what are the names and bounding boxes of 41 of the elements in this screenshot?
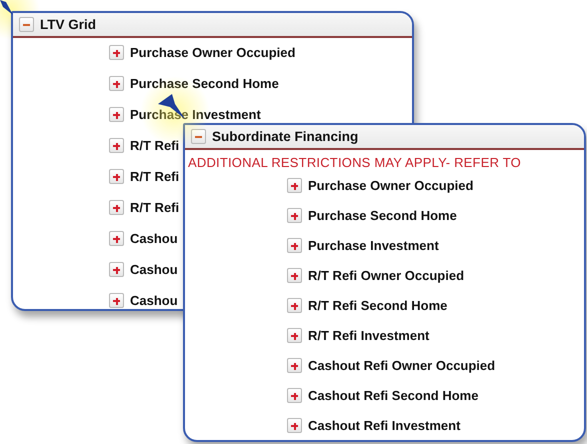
- expand-button[interactable]: [109, 169, 124, 184]
- expand-button[interactable]: [109, 231, 124, 246]
- tree-item-label[interactable]: R/T Refi: [130, 138, 180, 153]
- expand-button[interactable]: [287, 268, 302, 283]
- tree-item-label[interactable]: Purchase Owner Occupied: [308, 178, 474, 193]
- tree-item-label[interactable]: R/T Refi: [130, 169, 180, 184]
- tree-item-label[interactable]: Purchase Second Home: [130, 76, 279, 91]
- expand-button[interactable]: [109, 293, 124, 308]
- tree-item-label[interactable]: Purchase Second Home: [308, 208, 457, 223]
- tree-item-label[interactable]: Cashout Refi Second Home: [308, 388, 478, 403]
- expand-button[interactable]: [287, 238, 302, 253]
- panel-title: LTV Grid: [40, 17, 96, 32]
- expand-button[interactable]: [109, 76, 124, 91]
- tree-item-label[interactable]: Purchase Investment: [308, 238, 439, 253]
- expand-button[interactable]: [109, 45, 124, 60]
- expand-button[interactable]: [287, 298, 302, 313]
- tree-item-label[interactable]: Cashou: [130, 231, 178, 246]
- tree-item-label[interactable]: Cashout Refi Owner Occupied: [308, 358, 496, 373]
- expand-button[interactable]: [109, 107, 124, 122]
- tree-item-label[interactable]: R/T Refi Owner Occupied: [308, 268, 464, 283]
- expand-button[interactable]: [109, 138, 124, 153]
- expand-button[interactable]: [287, 328, 302, 343]
- expand-button[interactable]: [287, 358, 302, 373]
- expand-button[interactable]: [109, 262, 124, 277]
- expand-button[interactable]: [109, 200, 124, 215]
- panel-title: Subordinate Financing: [212, 129, 358, 144]
- expand-button[interactable]: [287, 178, 302, 193]
- collapse-button[interactable]: [19, 17, 34, 32]
- expand-button[interactable]: [287, 418, 302, 433]
- tree-item-label[interactable]: R/T Refi: [130, 200, 180, 215]
- tree-item-label[interactable]: R/T Refi Second Home: [308, 298, 448, 313]
- collapse-button[interactable]: [191, 129, 206, 144]
- tree-item-label[interactable]: Cashout Refi Investment: [308, 418, 460, 433]
- tree-item-label[interactable]: Cashou: [130, 293, 178, 308]
- expand-button[interactable]: [287, 208, 302, 223]
- tree-item-label[interactable]: Cashou: [130, 262, 178, 277]
- pointer-arrow-icon: [0, 0, 14, 16]
- expand-button[interactable]: [287, 388, 302, 403]
- tree-item-label[interactable]: R/T Refi Investment: [308, 328, 430, 343]
- restriction-notice: ADDITIONAL RESTRICTIONS MAY APPLY- REFER TO: [187, 154, 522, 170]
- tree-item-label[interactable]: Purchase Owner Occupied: [130, 45, 296, 60]
